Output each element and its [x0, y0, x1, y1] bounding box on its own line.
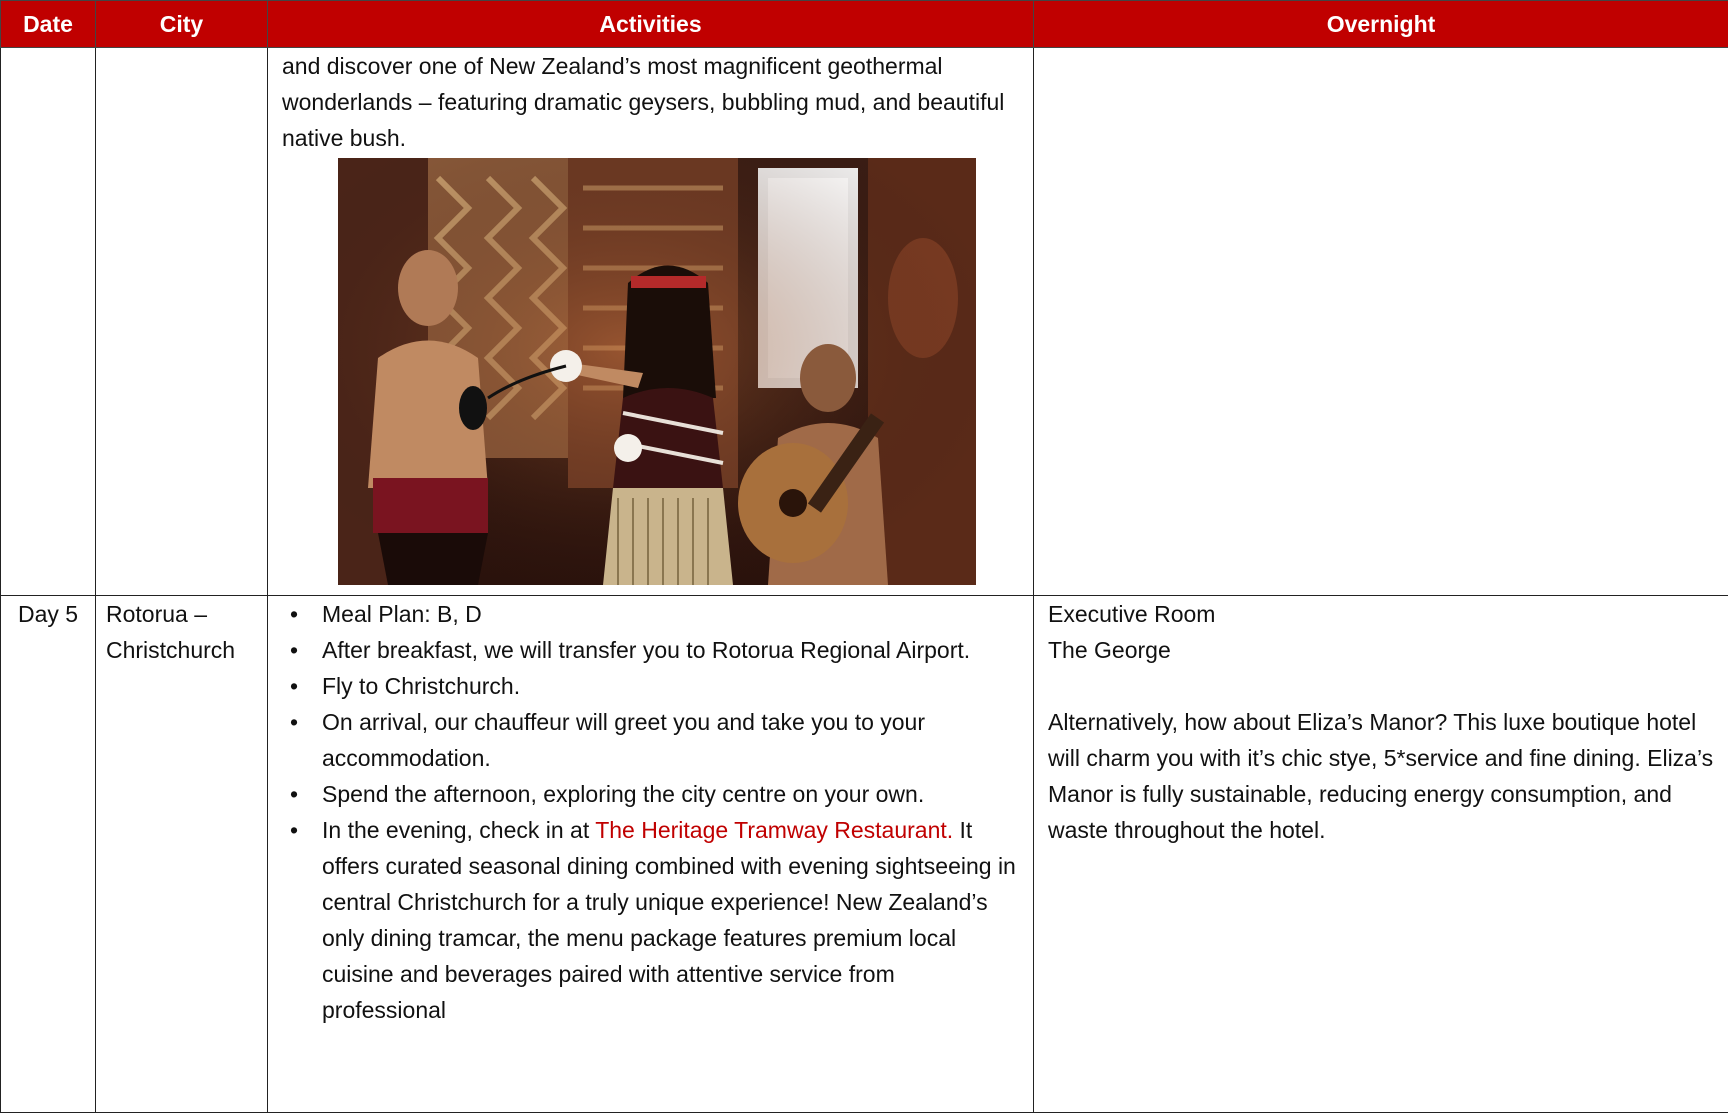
maori-performance-photo [338, 158, 976, 585]
table-row: Day 5 Rotorua – Christchurch Meal Plan: … [1, 596, 1728, 1113]
list-item: Fly to Christchurch. [268, 668, 1023, 704]
overnight-hotel: The George [1048, 632, 1714, 668]
overnight-cell: Executive Room The George Alternatively,… [1034, 596, 1728, 1113]
date-cell: Day 5 [1, 596, 96, 1113]
heritage-tramway-link[interactable]: The Heritage Tramway Restaurant. [595, 817, 953, 843]
header-city: City [96, 1, 268, 48]
header-activities: Activities [268, 1, 1034, 48]
city-cell: Rotorua – Christchurch [96, 596, 268, 1113]
date-cell-empty [1, 48, 96, 596]
table-header-row: Date City Activities Overnight [1, 1, 1728, 48]
overnight-alternative: Alternatively, how about Eliza’s Manor? … [1048, 704, 1714, 848]
date-text: Day 5 [18, 601, 78, 627]
list-item: Spend the afternoon, exploring the city … [268, 776, 1023, 812]
activities-cell: Meal Plan: B, D After breakfast, we will… [268, 596, 1034, 1113]
list-item: Meal Plan: B, D [268, 596, 1023, 632]
header-date: Date [1, 1, 96, 48]
list-item: After breakfast, we will transfer you to… [268, 632, 1023, 668]
header-overnight: Overnight [1034, 1, 1728, 48]
city-text: Rotorua – Christchurch [106, 601, 235, 663]
overnight-room: Executive Room [1048, 596, 1714, 632]
evening-suffix-text: It offers curated seasonal dining combin… [322, 817, 1016, 1023]
activities-cell: and discover one of New Zealand’s most m… [268, 48, 1034, 596]
itinerary-table: Date City Activities Overnight and disco… [0, 0, 1728, 1113]
activities-list: Meal Plan: B, D After breakfast, we will… [268, 596, 1033, 1028]
activities-intro-text: and discover one of New Zealand’s most m… [268, 48, 1033, 156]
list-item-evening: In the evening, check in at The Heritage… [268, 812, 1023, 1028]
table-row: and discover one of New Zealand’s most m… [1, 48, 1728, 596]
city-cell-empty [96, 48, 268, 596]
evening-prefix-text: In the evening, check in at [322, 817, 595, 843]
overnight-cell-empty [1034, 48, 1728, 596]
overnight-spacer [1048, 668, 1714, 704]
list-item: On arrival, our chauffeur will greet you… [268, 704, 1023, 776]
